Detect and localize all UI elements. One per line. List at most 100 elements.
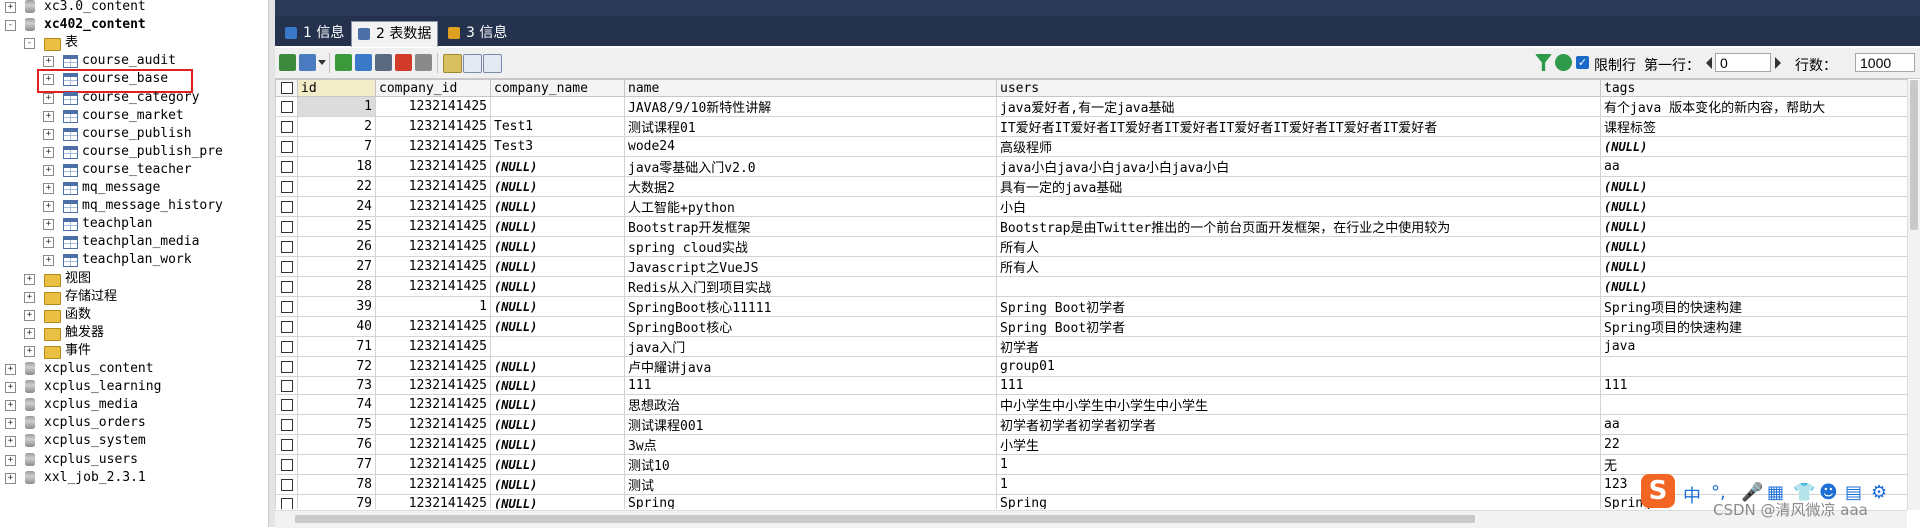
cell-company-id[interactable]: 1232141425 [375, 316, 491, 337]
cell-id[interactable]: 28 [297, 276, 376, 297]
cell-name[interactable]: 3w点 [624, 434, 997, 455]
text-view-icon[interactable] [483, 54, 502, 73]
cell-tags[interactable]: (NULL) [1600, 176, 1908, 197]
cell-tags[interactable]: aa [1600, 156, 1908, 177]
cell-users[interactable]: 初学者 [996, 336, 1601, 357]
tab-1[interactable]: 1 信息 [279, 21, 350, 46]
row-checkbox[interactable] [275, 136, 298, 157]
tree-folder-item[interactable]: + 事件 [0, 342, 268, 360]
cell-tags[interactable] [1600, 394, 1908, 415]
cell-users[interactable]: 中小学生中小学生中小学生中小学生 [996, 394, 1601, 415]
tree-folder-item[interactable]: + 函数 [0, 306, 268, 324]
row-checkbox[interactable] [275, 356, 298, 377]
expand-icon[interactable]: + [24, 327, 35, 339]
tree-item-teachplan_media[interactable]: + teachplan_media [0, 233, 268, 251]
expand-icon[interactable]: + [5, 436, 16, 448]
cell-id[interactable]: 76 [297, 434, 376, 455]
cell-company-id[interactable]: 1232141425 [375, 474, 491, 495]
table-row[interactable]: 73 1232141425 (NULL) 111 111 111 [275, 376, 1908, 395]
cell-company-id[interactable]: 1232141425 [375, 494, 491, 509]
cell-tags[interactable]: (NULL) [1600, 136, 1908, 157]
cell-name[interactable]: java入门 [624, 336, 997, 357]
cell-id[interactable]: 18 [297, 156, 376, 177]
cell-users[interactable]: java小白java小白java小白java小白 [996, 156, 1601, 177]
collapse-icon[interactable]: - [24, 38, 35, 50]
table-row[interactable]: 24 1232141425 (NULL) 人工智能+python 小白 (NULL) [275, 196, 1908, 217]
expand-icon[interactable]: + [43, 201, 54, 213]
tree-item-xc3.0_content[interactable]: + xc3.0_content [0, 0, 268, 16]
cell-name[interactable]: Redis从入门到项目实战 [624, 276, 997, 297]
cell-company-id[interactable]: 1232141425 [375, 434, 491, 455]
tree-item-course_teacher[interactable]: + course_teacher [0, 161, 268, 179]
column-header-users[interactable]: users [996, 79, 1601, 97]
expand-icon[interactable]: + [24, 273, 35, 285]
cell-company-id[interactable]: 1232141425 [375, 256, 491, 277]
table-row[interactable]: 18 1232141425 (NULL) java零基础入门v2.0 java小白jav… [275, 156, 1908, 177]
expand-icon[interactable]: + [5, 472, 16, 484]
column-header-tags[interactable]: tags [1600, 79, 1908, 97]
expand-icon[interactable]: + [24, 309, 35, 321]
first-row-input[interactable]: 0 [1715, 53, 1771, 72]
cell-company-name[interactable]: (NULL) [490, 256, 625, 277]
row-checkbox[interactable] [275, 494, 298, 509]
expand-icon[interactable]: + [5, 418, 16, 430]
grid-view-icon[interactable] [443, 54, 462, 73]
row-checkbox[interactable] [275, 454, 298, 475]
expand-icon[interactable]: + [5, 2, 16, 13]
row-checkbox[interactable] [275, 236, 298, 257]
tree-item-xcplus_orders[interactable]: + xcplus_orders [0, 414, 268, 432]
cell-tags[interactable]: (NULL) [1600, 236, 1908, 257]
cell-tags[interactable]: (NULL) [1600, 256, 1908, 277]
expand-icon[interactable]: + [43, 255, 54, 267]
cell-id[interactable]: 77 [297, 454, 376, 475]
expand-icon[interactable]: + [43, 92, 54, 104]
cell-name[interactable]: JAVA8/9/10新特性讲解 [624, 96, 997, 117]
row-checkbox[interactable] [275, 394, 298, 415]
expand-icon[interactable]: + [43, 237, 54, 249]
row-checkbox[interactable] [275, 176, 298, 197]
cell-users[interactable]: 所有人 [996, 256, 1601, 277]
table-row[interactable]: 71 1232141425 java入门 初学者 java [275, 336, 1908, 357]
table-row[interactable]: 28 1232141425 (NULL) Redis从入门到项目实战 (NULL) [275, 276, 1908, 297]
cell-name[interactable]: wode24 [624, 136, 997, 157]
object-browser-tree[interactable]: + xc3.0_content - xc402_content - 表 + course_au… [0, 0, 268, 527]
row-checkbox[interactable] [275, 414, 298, 435]
table-row[interactable]: 2 1232141425 Test1 测试课程01 IT爱好者IT爱好者IT爱好者IT爱… [275, 116, 1908, 137]
cell-company-name[interactable] [490, 96, 625, 117]
cell-company-name[interactable]: (NULL) [490, 236, 625, 257]
cell-id[interactable]: 75 [297, 414, 376, 435]
cell-company-id[interactable]: 1232141425 [375, 414, 491, 435]
cell-company-name[interactable]: (NULL) [490, 316, 625, 337]
table-row[interactable]: 75 1232141425 (NULL) 测试课程001 初学者初学者初学者初学者 aa [275, 414, 1908, 435]
column-header-company-name[interactable]: company_name [490, 79, 625, 97]
tree-item-xcplus_system[interactable]: + xcplus_system [0, 432, 268, 450]
duplicate-row-icon[interactable] [355, 54, 372, 71]
cell-users[interactable]: Bootstrap是由Twitter推出的一个前台页面开发框架，在行业之中使用较… [996, 216, 1601, 237]
cell-company-id[interactable]: 1232141425 [375, 376, 491, 395]
rows-count-input[interactable]: 1000 [1855, 53, 1915, 72]
cell-company-id[interactable]: 1232141425 [375, 136, 491, 157]
cell-company-name[interactable]: (NULL) [490, 454, 625, 475]
cell-company-id[interactable]: 1232141425 [375, 216, 491, 237]
table-data-grid[interactable]: id company_id company_name name users tags 11… [275, 79, 1920, 509]
cell-company-id[interactable]: 1232141425 [375, 116, 491, 137]
column-header-company-id[interactable]: company_id [375, 79, 491, 97]
row-checkbox[interactable] [275, 96, 298, 117]
table-row[interactable]: 40 1232141425 (NULL) SpringBoot核心 Spring Boo… [275, 316, 1908, 337]
cell-company-name[interactable] [490, 336, 625, 357]
collapse-icon[interactable]: - [5, 20, 16, 32]
tree-folder-item[interactable]: + 触发器 [0, 324, 268, 342]
table-row[interactable]: 76 1232141425 (NULL) 3w点 小学生 22 [275, 434, 1908, 455]
cell-id[interactable]: 1 [297, 96, 376, 117]
row-checkbox[interactable] [275, 474, 298, 495]
tree-item-course_market[interactable]: + course_market [0, 107, 268, 125]
column-header-id[interactable]: id [297, 79, 376, 97]
tree-item-xcplus_learning[interactable]: + xcplus_learning [0, 378, 268, 396]
cell-name[interactable]: Bootstrap开发框架 [624, 216, 997, 237]
cell-id[interactable]: 71 [297, 336, 376, 357]
cell-company-name[interactable]: (NULL) [490, 376, 625, 395]
export-icon[interactable] [299, 54, 316, 71]
row-checkbox[interactable] [275, 216, 298, 237]
form-view-icon[interactable] [463, 54, 482, 73]
ime-logo[interactable]: S [1641, 474, 1675, 508]
